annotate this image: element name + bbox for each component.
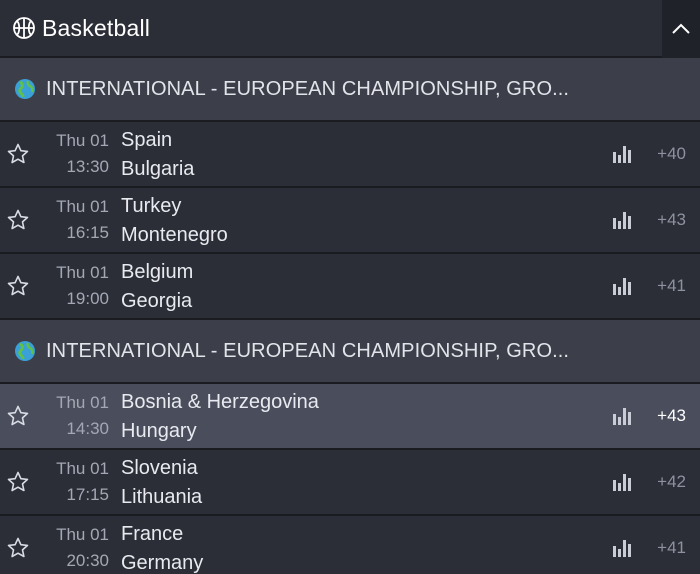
more-markets-count[interactable]: +41 (657, 538, 686, 558)
home-team: Belgium (121, 260, 194, 283)
match-day: Thu 01 (56, 131, 109, 150)
match-teams[interactable]: France Germany (121, 522, 203, 574)
more-markets-count[interactable]: +41 (657, 276, 686, 296)
match-row[interactable]: Thu 01 20:30 France Germany +41 (0, 516, 700, 574)
home-team: France (121, 522, 184, 545)
away-team: Hungary (121, 419, 197, 442)
match-datetime: Thu 01 16:15 (39, 197, 109, 243)
league-groups: INTERNATIONAL - EUROPEAN CHAMPIONSHIP, G… (0, 58, 700, 574)
away-team: Montenegro (121, 223, 228, 246)
home-team: Slovenia (121, 456, 198, 479)
match-teams[interactable]: Bosnia & Herzegovina Hungary (121, 390, 319, 443)
favorite-star-icon[interactable] (5, 207, 31, 233)
match-time: 14:30 (66, 419, 109, 438)
sport-title: Basketball (42, 14, 151, 41)
chevron-up-icon (671, 23, 691, 35)
favorite-star-icon[interactable] (5, 141, 31, 167)
match-teams[interactable]: Belgium Georgia (121, 260, 193, 313)
away-team: Georgia (121, 289, 193, 312)
match-datetime: Thu 01 19:00 (39, 263, 109, 309)
match-day: Thu 01 (56, 263, 109, 282)
favorite-star-icon[interactable] (5, 469, 31, 495)
statistics-icon[interactable] (612, 276, 634, 296)
more-markets-count[interactable]: +40 (657, 144, 686, 164)
globe-icon (14, 78, 36, 100)
collapse-button[interactable] (662, 0, 700, 58)
match-datetime: Thu 01 20:30 (39, 525, 109, 571)
statistics-icon[interactable] (612, 144, 634, 164)
match-time: 17:15 (66, 485, 109, 504)
league-name: INTERNATIONAL - EUROPEAN CHAMPIONSHIP, G… (46, 77, 570, 100)
match-datetime: Thu 01 14:30 (39, 393, 109, 439)
home-team: Bosnia & Herzegovina (121, 390, 319, 413)
match-row[interactable]: Thu 01 13:30 Spain Bulgaria +40 (0, 122, 700, 188)
statistics-icon[interactable] (612, 538, 634, 558)
match-teams[interactable]: Turkey Montenegro (121, 194, 228, 247)
home-team: Turkey (121, 194, 182, 217)
globe-icon (14, 340, 36, 362)
match-teams[interactable]: Slovenia Lithuania (121, 456, 202, 509)
match-datetime: Thu 01 13:30 (39, 131, 109, 177)
statistics-icon[interactable] (612, 472, 634, 492)
statistics-icon[interactable] (612, 406, 634, 426)
match-row[interactable]: Thu 01 19:00 Belgium Georgia +41 (0, 254, 700, 320)
match-day: Thu 01 (56, 525, 109, 544)
match-row[interactable]: Thu 01 17:15 Slovenia Lithuania +42 (0, 450, 700, 516)
away-team: Lithuania (121, 485, 203, 508)
statistics-icon[interactable] (612, 210, 634, 230)
league-header[interactable]: INTERNATIONAL - EUROPEAN CHAMPIONSHIP, G… (0, 58, 700, 122)
sport-panel: Basketball INTERNATIONAL - EUROPEAN CHAM… (0, 0, 700, 574)
match-time: 13:30 (66, 157, 109, 176)
away-team: Germany (121, 551, 204, 574)
match-day: Thu 01 (56, 197, 109, 216)
favorite-star-icon[interactable] (5, 535, 31, 561)
league-header[interactable]: INTERNATIONAL - EUROPEAN CHAMPIONSHIP, G… (0, 320, 700, 384)
match-day: Thu 01 (56, 393, 109, 412)
match-row[interactable]: Thu 01 14:30 Bosnia & Herzegovina Hungar… (0, 384, 700, 450)
favorite-star-icon[interactable] (5, 403, 31, 429)
favorite-star-icon[interactable] (5, 273, 31, 299)
away-team: Bulgaria (121, 157, 195, 180)
league-name: INTERNATIONAL - EUROPEAN CHAMPIONSHIP, G… (46, 339, 570, 362)
match-teams[interactable]: Spain Bulgaria (121, 128, 194, 181)
match-row[interactable]: Thu 01 16:15 Turkey Montenegro +43 (0, 188, 700, 254)
match-time: 19:00 (66, 289, 109, 308)
match-time: 16:15 (66, 223, 109, 242)
more-markets-count[interactable]: +42 (657, 472, 686, 492)
match-datetime: Thu 01 17:15 (39, 459, 109, 505)
more-markets-count[interactable]: +43 (657, 210, 686, 230)
home-team: Spain (121, 128, 173, 151)
match-time: 20:30 (66, 551, 109, 570)
basketball-icon (12, 16, 36, 40)
more-markets-count[interactable]: +43 (657, 406, 686, 426)
match-day: Thu 01 (56, 459, 109, 478)
sport-header[interactable]: Basketball (0, 0, 700, 58)
